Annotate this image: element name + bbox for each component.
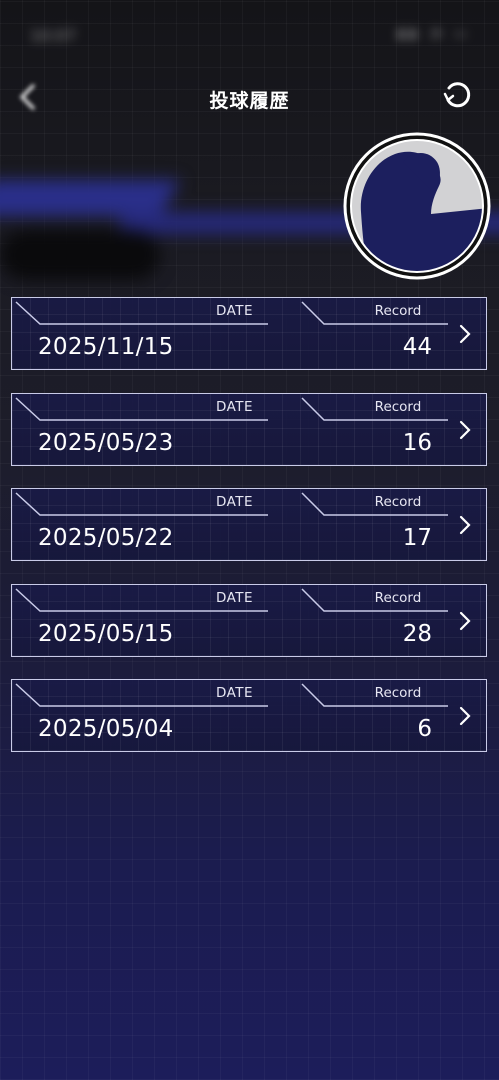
record-value: 28: [402, 620, 432, 647]
record-value: 16: [402, 429, 432, 456]
record-label: Record: [374, 589, 422, 606]
record-value: 44: [402, 334, 432, 360]
record-value: 6: [417, 716, 432, 742]
record-card[interactable]: DATE Record 2025/11/15 44: [11, 297, 487, 370]
date-label: DATE: [215, 398, 254, 415]
status-time: 10:07: [30, 26, 77, 45]
record-label: Record: [374, 303, 422, 319]
refresh-icon[interactable]: [439, 78, 475, 114]
page-title: 投球履歴: [209, 90, 290, 112]
chevron-right-icon[interactable]: [458, 419, 472, 441]
chevron-right-icon[interactable]: [458, 514, 472, 536]
date-value: 2025/05/15: [38, 620, 174, 647]
record-label: Record: [374, 398, 422, 415]
record-card[interactable]: DATE Record 2025/05/15 28: [11, 583, 487, 657]
record-list: DATE Record 2025/11/15 44 DATE Record 20…: [11, 297, 489, 775]
header: 投球履歴: [0, 70, 499, 126]
date-value: 2025/05/23: [38, 429, 174, 456]
chevron-right-icon[interactable]: [458, 610, 472, 632]
record-card[interactable]: DATE Record 2025/05/23 16: [11, 392, 487, 466]
date-value: 2025/05/04: [38, 716, 174, 742]
record-value: 17: [402, 525, 432, 551]
date-label: DATE: [215, 303, 254, 319]
record-label: Record: [374, 494, 422, 510]
status-bar: 10:07 ▮▮ ◔ ▭: [0, 0, 499, 70]
avatar[interactable]: [343, 132, 491, 280]
chevron-right-icon[interactable]: [458, 323, 472, 345]
record-card[interactable]: DATE Record 2025/05/22 17: [11, 488, 487, 561]
date-label: DATE: [215, 589, 254, 606]
record-label: Record: [374, 685, 422, 701]
date-label: DATE: [215, 685, 254, 701]
date-label: DATE: [215, 494, 254, 510]
date-value: 2025/05/22: [38, 525, 174, 551]
chevron-right-icon[interactable]: [458, 705, 472, 727]
date-value: 2025/11/15: [38, 334, 174, 360]
record-card[interactable]: DATE Record 2025/05/04 6: [11, 679, 487, 752]
status-icons: ▮▮ ◔ ▭: [397, 26, 471, 42]
